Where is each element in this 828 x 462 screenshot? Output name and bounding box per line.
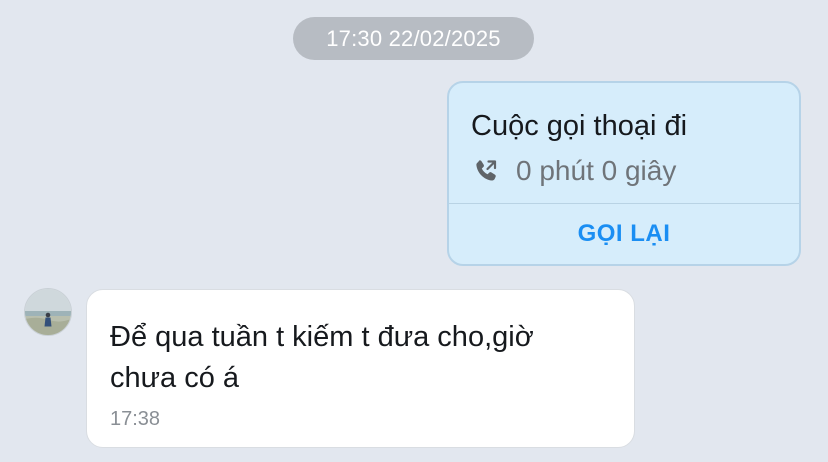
- outgoing-call-icon: [473, 158, 499, 184]
- avatar[interactable]: [24, 288, 72, 336]
- call-log-card[interactable]: Cuộc gọi thoại đi 0 phút 0 giây GỌI LẠI: [447, 81, 801, 266]
- message-text: Để qua tuần t kiếm t đưa cho,giờ chưa có…: [110, 321, 534, 394]
- call-back-button[interactable]: GỌI LẠI: [449, 204, 799, 264]
- call-title: Cuộc gọi thoại đi: [471, 110, 688, 142]
- call-duration: 0 phút 0 giây: [516, 155, 677, 186]
- message-time: 17:38: [110, 408, 161, 430]
- call-duration-row: 0 phút 0 giây: [473, 155, 676, 187]
- date-separator: 17:30 22/02/2025: [293, 17, 534, 60]
- incoming-message-bubble[interactable]: Để qua tuần t kiếm t đưa cho,giờ chưa có…: [86, 289, 635, 448]
